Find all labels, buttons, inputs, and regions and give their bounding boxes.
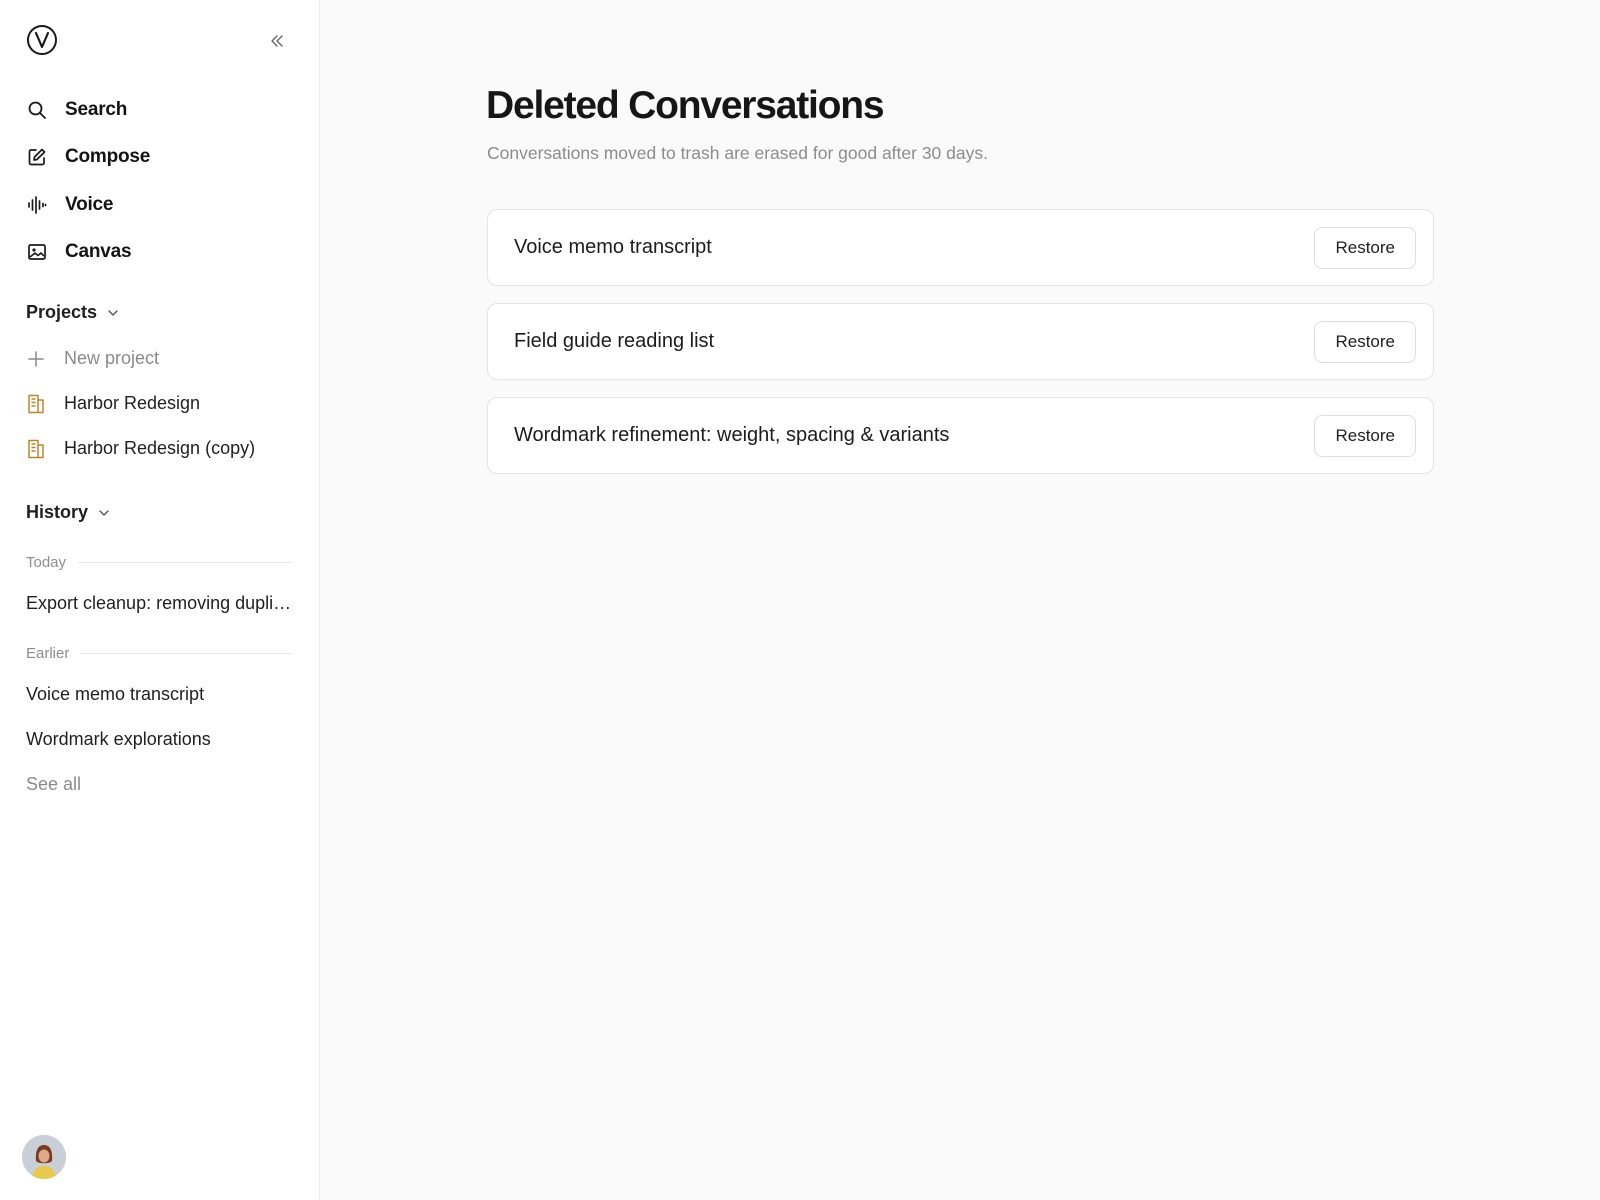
nav-item-compose[interactable]: Compose — [26, 134, 150, 182]
main-content: Deleted Conversations Conversations move… — [320, 0, 1600, 1200]
nav-item-canvas[interactable]: Canvas — [26, 229, 150, 277]
project-item-harbor-redesign-copy[interactable]: Harbor Redesign (copy) — [26, 426, 296, 471]
nav-item-label: Voice — [65, 193, 114, 215]
restore-button[interactable]: Restore — [1314, 414, 1416, 457]
nav-item-voice[interactable]: Voice — [26, 181, 150, 229]
user-avatar[interactable] — [22, 1135, 66, 1179]
history-group-earlier: Earlier — [26, 645, 292, 662]
sidebar: Search Compose Voice Canvas Projects New… — [0, 0, 320, 1200]
nav-item-label: Canvas — [65, 241, 132, 263]
deleted-conversation-card: Wordmark refinement: weight, spacing & v… — [487, 397, 1434, 474]
project-document-icon — [26, 394, 46, 414]
logo-icon[interactable] — [26, 24, 58, 56]
restore-button[interactable]: Restore — [1314, 320, 1416, 363]
history-group-label: Earlier — [26, 645, 70, 662]
image-icon — [26, 241, 48, 263]
project-document-icon — [26, 439, 46, 459]
nav-item-search[interactable]: Search — [26, 86, 150, 134]
projects-list: New project Harbor Redesign Harbor Redes… — [26, 336, 296, 471]
project-label: Harbor Redesign (copy) — [64, 438, 256, 458]
project-label: Harbor Redesign — [64, 393, 201, 413]
primary-nav: Search Compose Voice Canvas — [26, 86, 150, 276]
deleted-conversation-card: Voice memo transcript Restore — [487, 209, 1434, 286]
nav-item-label: Compose — [65, 146, 151, 168]
page-title: Deleted Conversations — [486, 84, 885, 127]
collapse-sidebar-icon[interactable] — [266, 30, 288, 52]
search-icon — [26, 99, 48, 121]
conversation-title: Field guide reading list — [514, 330, 715, 352]
new-project-button[interactable]: New project — [26, 336, 296, 381]
projects-header[interactable]: Projects — [26, 302, 121, 323]
chevron-down-icon — [107, 306, 121, 320]
waveform-icon — [26, 194, 48, 216]
deleted-conversation-card: Field guide reading list Restore — [487, 303, 1434, 380]
compose-icon — [26, 146, 48, 168]
chevron-down-icon — [98, 506, 112, 520]
app: Search Compose Voice Canvas Projects New… — [0, 0, 1600, 1200]
history-item[interactable]: Voice memo transcript — [26, 684, 296, 705]
projects-header-label: Projects — [26, 302, 98, 322]
history-header[interactable]: History — [26, 502, 112, 523]
project-item-harbor-redesign[interactable]: Harbor Redesign — [26, 381, 296, 426]
conversation-title: Voice memo transcript — [514, 236, 712, 258]
history-group-label: Today — [26, 554, 67, 571]
page-subtitle: Conversations moved to trash are erased … — [487, 143, 988, 163]
conversation-title: Wordmark refinement: weight, spacing & v… — [514, 424, 950, 446]
history-item[interactable]: Export cleanup: removing duplicate entri… — [26, 593, 296, 614]
history-group-today: Today — [26, 554, 292, 571]
divider — [78, 562, 292, 563]
see-all-link[interactable]: See all — [26, 774, 296, 795]
divider — [81, 653, 292, 654]
history-header-label: History — [26, 502, 89, 522]
deleted-conversations-list: Voice memo transcript Restore Field guid… — [487, 209, 1434, 491]
history-item[interactable]: Wordmark explorations — [26, 729, 296, 750]
new-project-label: New project — [64, 348, 160, 368]
restore-button[interactable]: Restore — [1314, 226, 1416, 269]
nav-item-label: Search — [65, 98, 128, 120]
plus-icon — [26, 349, 46, 369]
